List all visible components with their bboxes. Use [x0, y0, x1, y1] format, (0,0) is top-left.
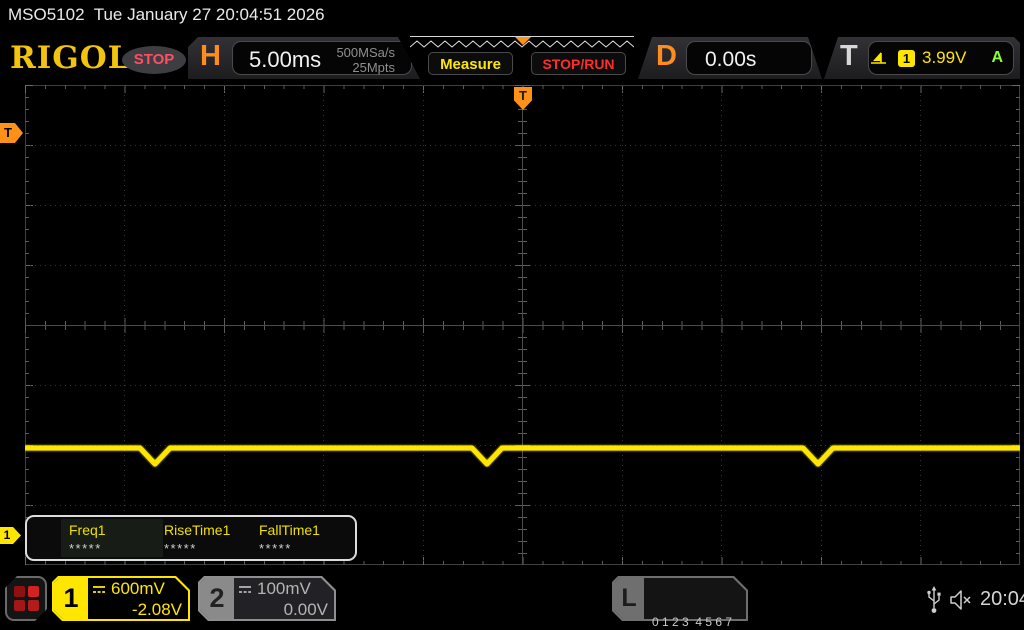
- sample-rate: 500MSa/s: [336, 45, 395, 60]
- trigger-sweep-mode: A: [991, 49, 1003, 67]
- dc-coupling-icon: [238, 584, 252, 594]
- dc-coupling-icon: [92, 584, 106, 594]
- memory-depth: 25Mpts: [336, 60, 395, 75]
- channel2-number: 2: [200, 578, 234, 619]
- oscilloscope-screen: MSO5102 Tue January 27 20:04:51 2026 RIG…: [0, 0, 1024, 630]
- trigger-valuebox[interactable]: 1 3.99V A: [868, 41, 1014, 75]
- measurement-item[interactable]: Freq1 *****: [69, 522, 161, 556]
- trigger-source-badge: 1: [898, 50, 915, 67]
- measurement-label: FallTime1: [259, 522, 351, 538]
- channel1-number: 1: [54, 578, 88, 619]
- rigol-logo: RIGOL: [10, 40, 131, 76]
- horizontal-valuebox[interactable]: 5.00ms 500MSa/s 25Mpts: [232, 41, 412, 75]
- logic-row1: 0 1 2 3 4 5 6 7: [652, 614, 755, 630]
- trigger-level-value: 3.99V: [922, 48, 966, 68]
- graticule[interactable]: [25, 85, 1020, 565]
- measurement-value: *****: [259, 541, 351, 556]
- channel2-offset: 0.00V: [238, 600, 328, 620]
- measure-button[interactable]: Measure: [428, 52, 513, 75]
- measurement-item[interactable]: FallTime1 *****: [259, 522, 351, 556]
- channel2-scale: 100mV: [257, 579, 311, 599]
- measurement-label: Freq1: [69, 522, 161, 538]
- stop-run-button[interactable]: STOP/RUN: [531, 52, 626, 75]
- status-bar: MSO5102 Tue January 27 20:04:51 2026: [8, 5, 325, 29]
- delay-valuebox[interactable]: 0.00s: [686, 41, 812, 75]
- model-name: MSO5102: [8, 5, 85, 24]
- horizontal-label: H: [200, 40, 221, 73]
- logic-label: L: [614, 578, 644, 619]
- logic-channel-list: 0 1 2 3 4 5 6 7 8 9 1011 12131415: [652, 582, 755, 630]
- run-state-badge: STOP: [122, 46, 186, 74]
- grid-menu-icon: [14, 586, 39, 611]
- falling-edge-trigger-icon: [869, 50, 888, 66]
- trigger-panel[interactable]: T 1 3.99V A: [824, 37, 1020, 79]
- sample-rate-info: 500MSa/s 25Mpts: [336, 45, 395, 75]
- measurement-label: RiseTime1: [164, 522, 256, 538]
- timebase-value: 5.00ms: [249, 47, 321, 73]
- measurement-value: *****: [69, 541, 161, 556]
- delay-label: D: [656, 40, 677, 73]
- measurement-value: *****: [164, 541, 256, 556]
- channel1-scale: 600mV: [111, 579, 165, 599]
- measurement-popup[interactable]: Freq1 ***** RiseTime1 ***** FallTime1 **…: [25, 515, 357, 561]
- trigger-level-marker[interactable]: T: [0, 123, 23, 143]
- speaker-muted-icon[interactable]: [948, 589, 974, 611]
- horizontal-panel[interactable]: H 5.00ms 500MSa/s 25Mpts: [188, 37, 420, 79]
- channel1-waveform: [25, 85, 1020, 565]
- channel1-button[interactable]: 1 600mV -2.08V: [52, 576, 190, 621]
- delay-panel[interactable]: D 0.00s: [638, 37, 822, 79]
- usb-icon: [926, 586, 942, 614]
- channel1-offset: -2.08V: [92, 600, 182, 620]
- datetime: Tue January 27 20:04:51 2026: [94, 5, 325, 24]
- clock: 20:04: [980, 588, 1024, 611]
- delay-value: 0.00s: [705, 48, 756, 72]
- main-menu-button[interactable]: [5, 576, 47, 621]
- channel1-position-marker[interactable]: 1: [0, 527, 21, 544]
- measurement-item[interactable]: RiseTime1 *****: [164, 522, 256, 556]
- trigger-label: T: [840, 40, 858, 73]
- channel2-button[interactable]: 2 100mV 0.00V: [198, 576, 336, 621]
- logic-channels-button[interactable]: L 0 1 2 3 4 5 6 7 8 9 1011 12131415: [612, 576, 748, 621]
- preview-trigger-marker-icon[interactable]: [515, 37, 531, 45]
